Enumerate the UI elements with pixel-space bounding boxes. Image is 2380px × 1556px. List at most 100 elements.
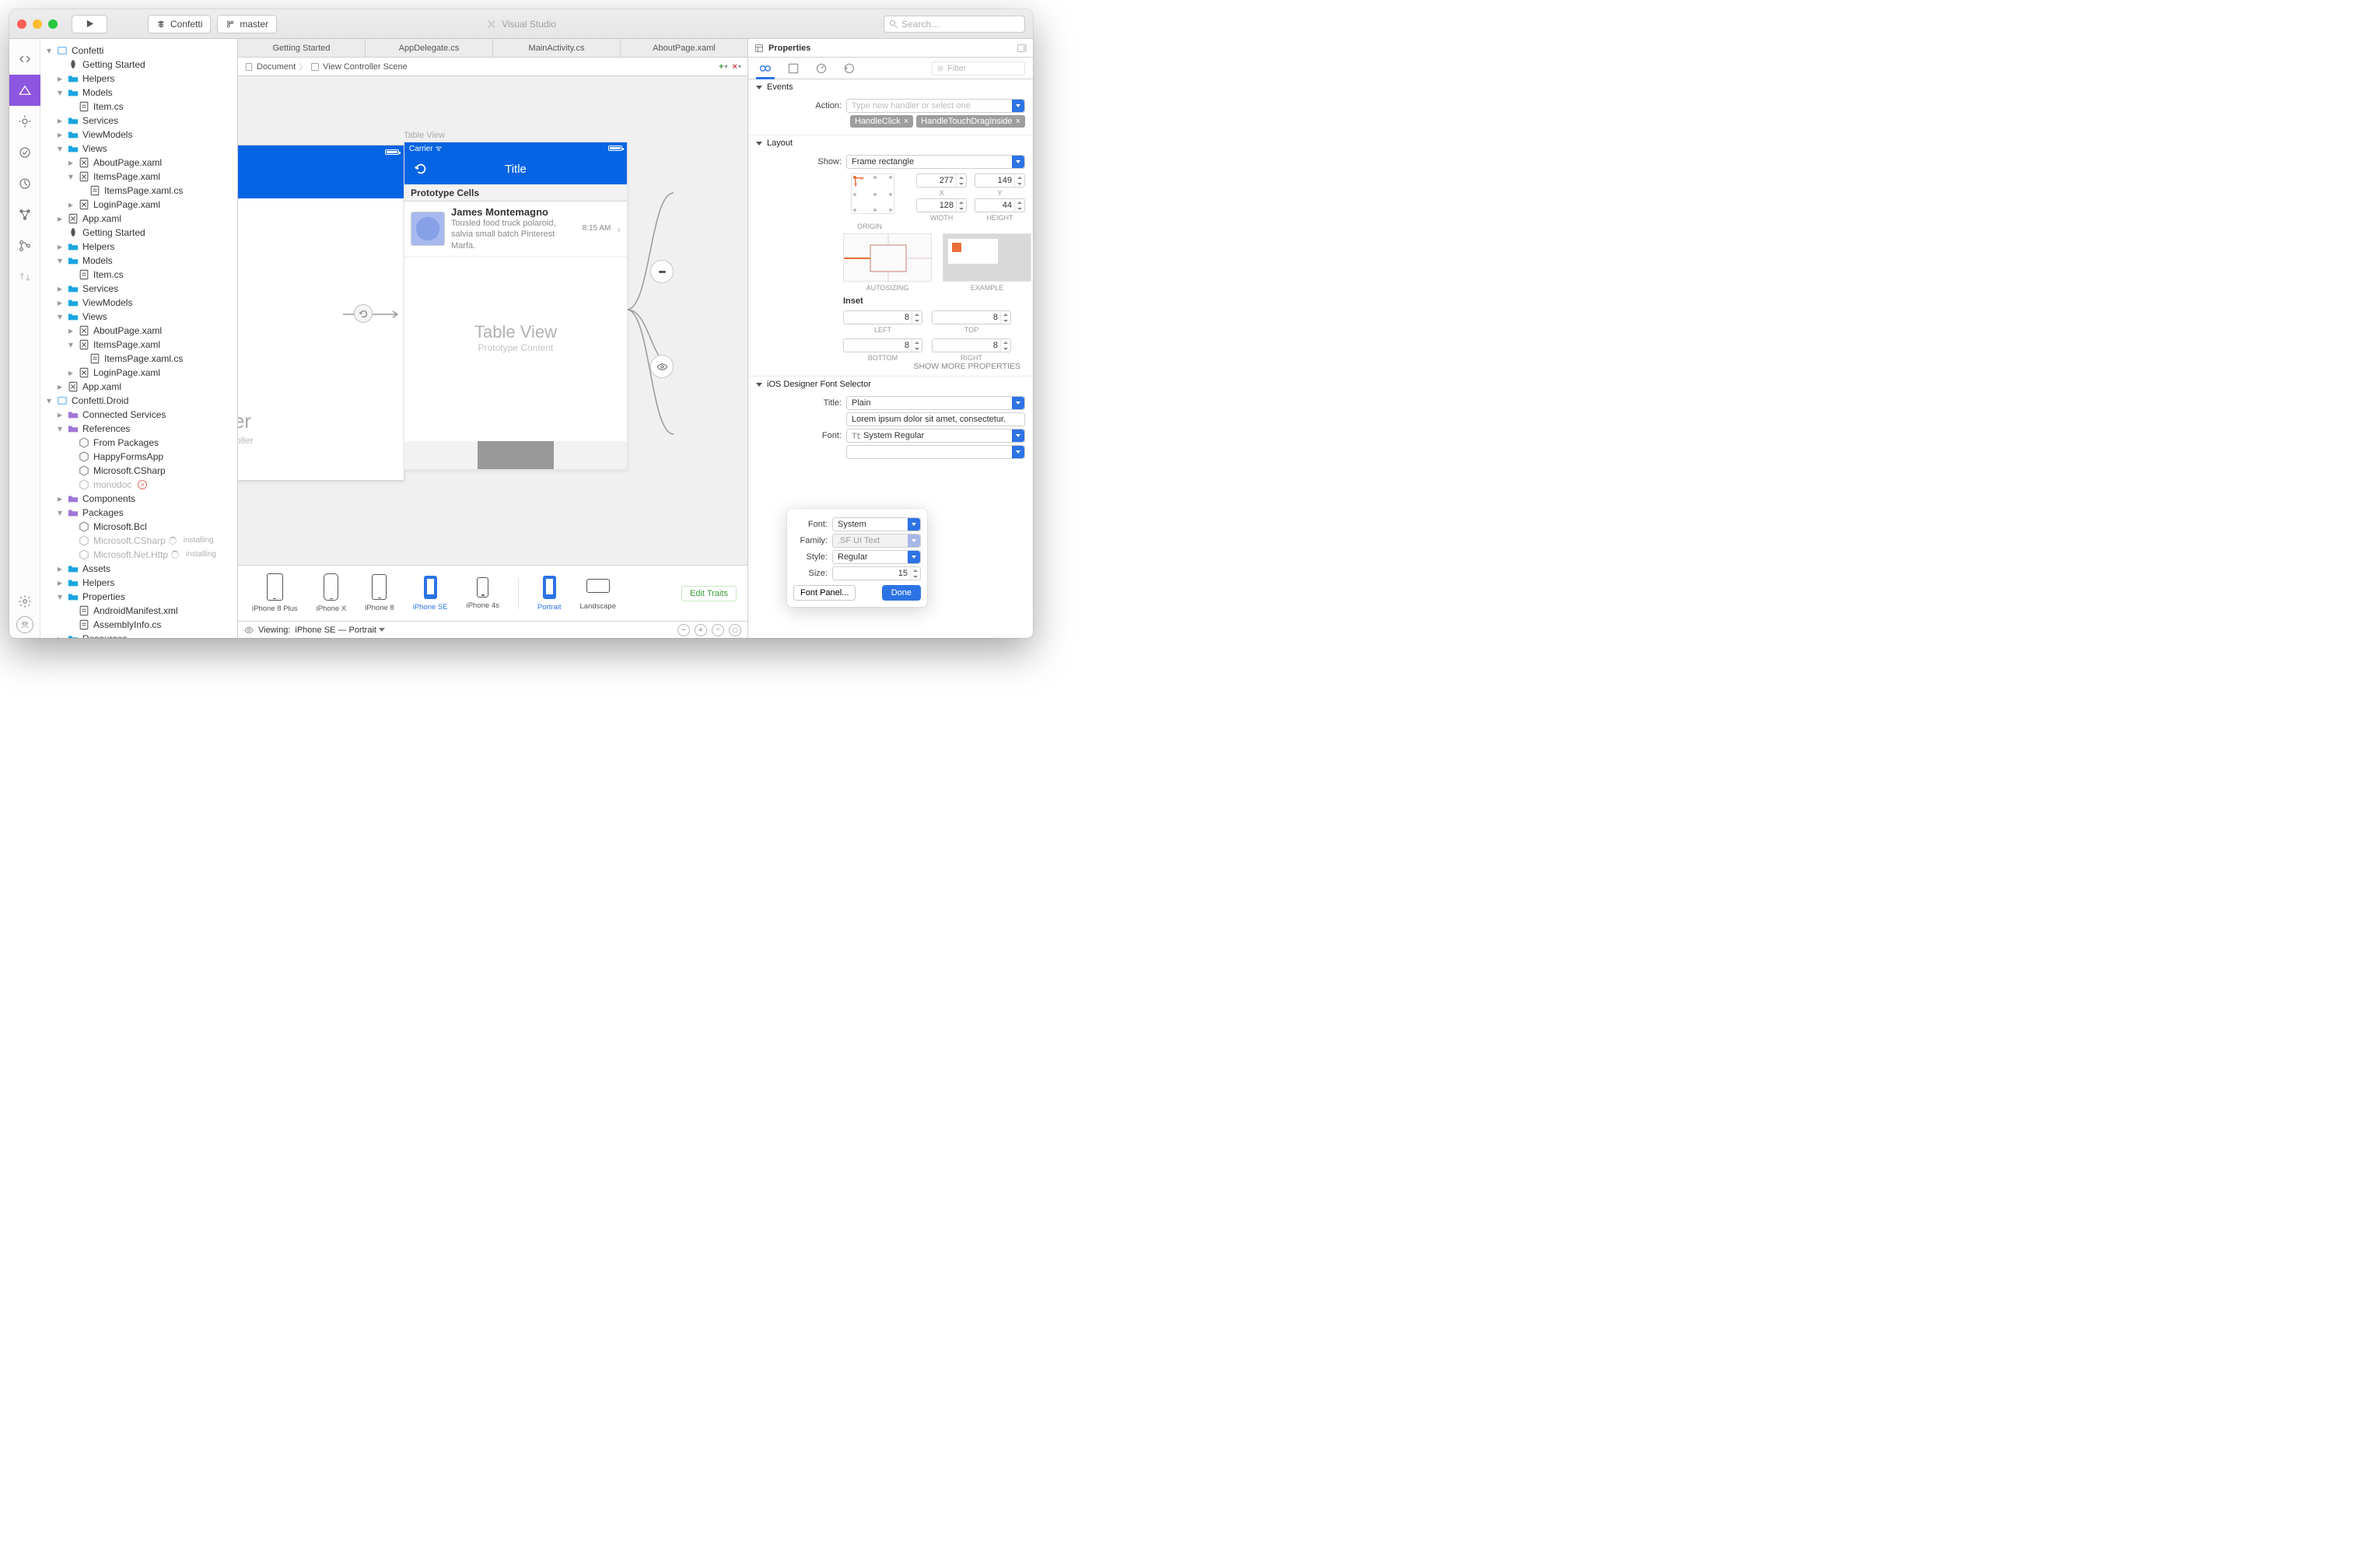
tree-item[interactable]: ▾Confetti [40, 44, 237, 58]
breadcrumb-doc[interactable]: Document [257, 62, 296, 72]
rail-locate[interactable] [9, 106, 40, 137]
rail-dependencies[interactable] [9, 199, 40, 230]
tree-item[interactable]: Microsoft.CSharp installing [40, 534, 237, 548]
tree-item[interactable]: ItemsPage.xaml.cs [40, 352, 237, 366]
orientation-portrait[interactable]: Portrait [537, 576, 562, 612]
tree-item[interactable]: ItemsPage.xaml.cs [40, 184, 237, 198]
show-select[interactable]: Frame rectangle [846, 155, 1025, 169]
tree-item[interactable]: ▸App.xaml [40, 380, 237, 394]
tree-item[interactable]: Microsoft.CSharp [40, 464, 237, 478]
ptab-history[interactable] [840, 58, 859, 79]
tree-item[interactable]: ▾Confetti.Droid [40, 394, 237, 408]
handler-chip[interactable]: HandleClick [850, 115, 913, 128]
tree-item[interactable]: ▸AboutPage.xaml [40, 156, 237, 170]
tree-item[interactable]: ▾Views [40, 310, 237, 324]
segue-eye-node[interactable] [650, 355, 674, 378]
popover-style-select[interactable]: Regular [832, 550, 921, 564]
ptab-layout[interactable] [784, 58, 803, 79]
panel-layout-icon[interactable] [1017, 44, 1027, 53]
ptab-events[interactable] [812, 58, 831, 79]
segue-minus-node[interactable] [650, 260, 674, 283]
font-extra-select[interactable] [846, 445, 1025, 459]
done-button[interactable]: Done [882, 585, 921, 601]
section-layout[interactable]: Layout [748, 135, 1033, 151]
popover-font-select[interactable]: System [832, 517, 921, 531]
rail-source[interactable] [9, 230, 40, 261]
branch-selector[interactable]: master [217, 15, 277, 33]
segue-refresh-node[interactable] [354, 304, 373, 323]
rail-design[interactable] [9, 75, 40, 106]
font-panel-button[interactable]: Font Panel... [793, 585, 856, 601]
tree-item[interactable]: Getting Started [40, 58, 237, 72]
tree-item[interactable]: ▸Helpers [40, 576, 237, 590]
show-more-link[interactable]: SHOW MORE PROPERTIES [756, 362, 1025, 371]
font-select[interactable]: T𝗍System Regular [846, 429, 1025, 443]
tab[interactable]: MainActivity.cs [493, 39, 621, 57]
tree-item[interactable]: ▸App.xaml [40, 212, 237, 226]
tree-item[interactable]: ▸ViewModels [40, 296, 237, 310]
device-iphone4s[interactable]: iPhone 4s [467, 577, 499, 610]
rail-tests[interactable] [9, 137, 40, 168]
tree-item[interactable]: Microsoft.Bcl [40, 520, 237, 534]
origin-picker[interactable] [851, 173, 894, 214]
tree-item[interactable]: ▾Views [40, 142, 237, 156]
tree-item[interactable]: ▸LoginPage.xaml [40, 198, 237, 212]
tree-item[interactable]: From Packages [40, 436, 237, 450]
search-box[interactable]: Search... [884, 16, 1025, 33]
viewing-dropdown[interactable]: iPhone SE — Portrait [295, 626, 385, 635]
design-canvas[interactable]: ontroller oot view controller [238, 76, 747, 565]
tree-item[interactable]: monodoc× [40, 478, 237, 492]
y-field[interactable]: 149 [975, 173, 1025, 187]
tree-item[interactable]: Microsoft.Net.Http installing [40, 548, 237, 562]
rail-code[interactable] [9, 44, 40, 75]
tree-item[interactable]: ▸ViewModels [40, 128, 237, 142]
tree-item[interactable]: ▸Helpers [40, 72, 237, 86]
device-iphone8plus[interactable]: iPhone 8 Plus [252, 573, 298, 613]
tree-item[interactable]: ▾Models [40, 254, 237, 268]
tab[interactable]: AppDelegate.cs [366, 39, 493, 57]
device-iphonese[interactable]: iPhone SE [413, 576, 448, 612]
account-button[interactable] [16, 616, 33, 633]
height-field[interactable]: 44 [975, 198, 1025, 212]
tree-item[interactable]: AndroidManifest.xml [40, 604, 237, 618]
font-title-select[interactable]: Plain [846, 396, 1025, 410]
tree-item[interactable]: ▾Models [40, 86, 237, 100]
popover-size-field[interactable]: 15 [832, 566, 921, 580]
tab[interactable]: AboutPage.xaml [621, 39, 747, 57]
rail-pull[interactable] [9, 261, 40, 293]
tree-item[interactable]: AssemblyInfo.cs [40, 618, 237, 632]
inset-left[interactable]: 8 [843, 310, 922, 324]
handler-chip[interactable]: HandleTouchDragInside [916, 115, 1025, 128]
inset-bottom[interactable]: 8 [843, 338, 922, 352]
rail-profiler[interactable] [9, 168, 40, 199]
zoom-actual-button[interactable]: □ [729, 624, 741, 636]
delete-button[interactable]: ×▾ [733, 62, 741, 72]
tree-item[interactable]: ▾Properties [40, 590, 237, 604]
tree-item[interactable]: ▾Packages [40, 506, 237, 520]
tree-item[interactable]: ▸Components [40, 492, 237, 506]
tree-item[interactable]: Getting Started [40, 226, 237, 240]
tree-item[interactable]: ▸Services [40, 282, 237, 296]
settings-button[interactable] [9, 591, 40, 612]
breadcrumb-scene[interactable]: View Controller Scene [323, 62, 408, 72]
close-window-button[interactable] [17, 19, 26, 29]
add-button[interactable]: +▾ [719, 62, 727, 72]
minimize-window-button[interactable] [33, 19, 42, 29]
zoom-window-button[interactable] [48, 19, 58, 29]
tree-item[interactable]: ▸LoginPage.xaml [40, 366, 237, 380]
tree-item[interactable]: ▸Resources [40, 632, 237, 638]
section-events[interactable]: Events [748, 79, 1033, 95]
ptab-widget[interactable] [756, 58, 775, 79]
tree-item[interactable]: ▾ItemsPage.xaml [40, 170, 237, 184]
tree-item[interactable]: ▸Assets [40, 562, 237, 576]
project-selector[interactable]: Confetti [148, 15, 211, 33]
run-button[interactable] [72, 15, 107, 33]
tree-item[interactable]: Item.cs [40, 268, 237, 282]
tree-item[interactable]: ▾ItemsPage.xaml [40, 338, 237, 352]
table-view-controller-node[interactable]: Carrier ᯤ Title Prototype Cells James Mo… [404, 142, 628, 470]
zoom-out-button[interactable]: − [677, 624, 690, 636]
zoom-in-button[interactable]: + [695, 624, 707, 636]
action-select[interactable]: Type new handler or select one [846, 99, 1025, 113]
edit-traits-button[interactable]: Edit Traits [681, 586, 737, 601]
width-field[interactable]: 128 [916, 198, 967, 212]
